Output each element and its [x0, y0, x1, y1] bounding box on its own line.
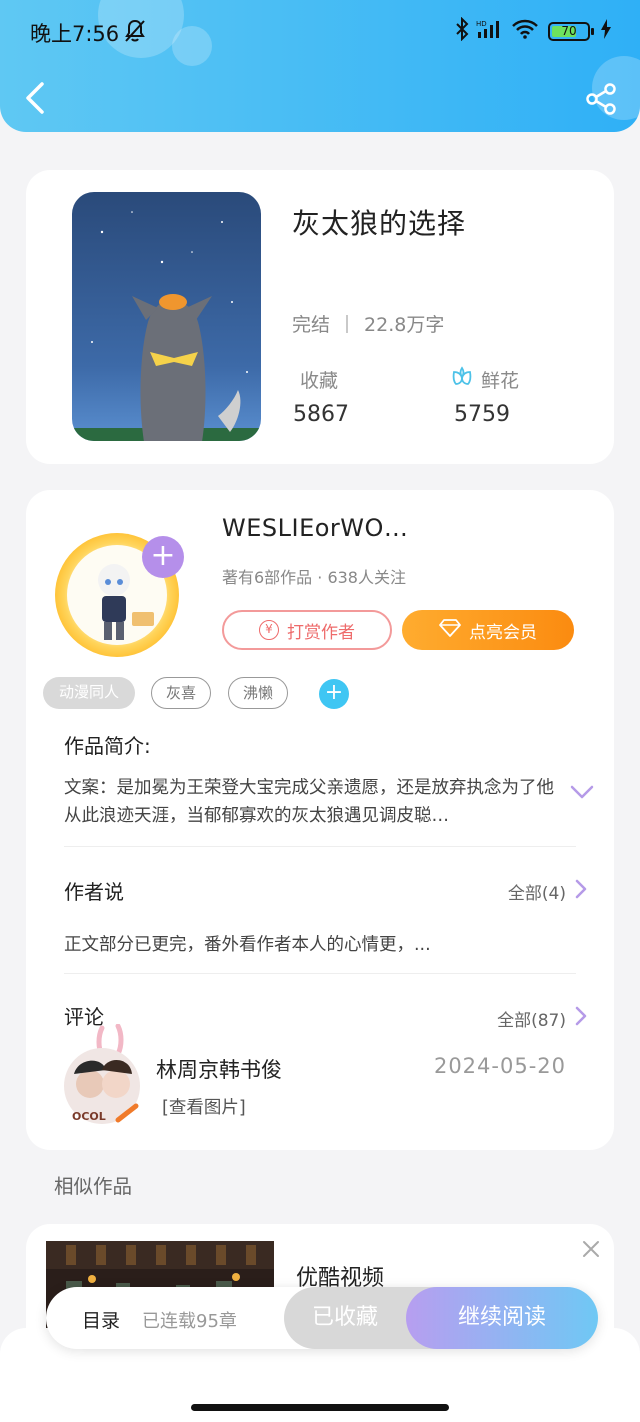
- bluetooth-icon: [454, 16, 470, 45]
- battery-text: 70: [561, 23, 577, 38]
- author-says-heading: 作者说: [64, 880, 124, 904]
- book-cover[interactable]: [72, 192, 261, 441]
- favorites-label: 收藏: [300, 370, 339, 392]
- intro-heading: 作品简介:: [64, 734, 151, 758]
- home-indicator: [191, 1404, 449, 1411]
- svg-text:OCOL: OCOL: [72, 1110, 106, 1123]
- commenter-name[interactable]: 林周京韩书俊: [156, 1054, 282, 1084]
- comment-date: 2024-05-20: [433, 1054, 566, 1078]
- diamond-icon: [439, 618, 469, 642]
- author-says-text[interactable]: 正文部分已更完，番外看作者本人的心情更，...: [64, 931, 431, 956]
- flowers-label: 鲜花: [481, 370, 520, 392]
- back-arrow-icon[interactable]: [22, 80, 50, 116]
- author-name[interactable]: WESLIEorWO…: [222, 514, 408, 542]
- battery-indicator: 70: [548, 21, 594, 41]
- commenter-avatar[interactable]: OCOL: [62, 1023, 142, 1128]
- divider: [64, 973, 576, 974]
- status-icons: HD 70: [454, 16, 612, 45]
- share-icon[interactable]: [584, 82, 618, 116]
- follow-plus-button[interactable]: +: [142, 536, 184, 578]
- comments-more-label: 全部(87): [497, 1011, 566, 1031]
- book-word-count: 22.8万字: [364, 314, 445, 336]
- charging-icon: [600, 19, 612, 43]
- close-icon[interactable]: [582, 1240, 600, 1262]
- tip-author-button[interactable]: ¥ 打赏作者: [222, 610, 392, 650]
- book-status: 完结: [292, 314, 331, 336]
- favorites-count: 5867: [293, 402, 349, 427]
- header-bar: 晚上7:56 HD 70: [0, 0, 640, 132]
- chevron-right-icon: [566, 878, 588, 905]
- wifi-icon: [512, 19, 538, 43]
- bottom-action-bar: 目录 已连载95章 已收藏 继续阅读: [46, 1287, 598, 1349]
- bell-muted-icon: [124, 19, 146, 47]
- flower-icon: [450, 364, 474, 392]
- author-says-more-label: 全部(4): [507, 884, 566, 904]
- similar-works-heading: 相似作品: [54, 1175, 133, 1198]
- tip-author-label: 打赏作者: [287, 622, 355, 643]
- meta-divider: [346, 314, 349, 333]
- continue-reading-button[interactable]: 继续阅读: [406, 1287, 598, 1349]
- table-of-contents-button[interactable]: 目录: [82, 1306, 120, 1333]
- intro-text: 文案：是加冕为王荣登大宝完成父亲遗愿，还是放弃执念为了他从此浪迹天涯，当郁郁寡欢…: [64, 778, 554, 826]
- svg-text:HD: HD: [476, 20, 487, 28]
- activate-vip-label: 点亮会员: [469, 622, 537, 643]
- coin-icon: ¥: [259, 620, 279, 640]
- chevron-down-icon[interactable]: [570, 784, 594, 803]
- tag-item[interactable]: 沸懒: [228, 677, 288, 709]
- author-stats: 著有6部作品 · 638人关注: [222, 568, 406, 587]
- book-meta: 完结 22.8万字: [292, 310, 444, 337]
- add-tag-button[interactable]: +: [319, 679, 349, 709]
- signal-icon: HD: [476, 18, 504, 44]
- flowers-count: 5759: [454, 402, 510, 427]
- status-time: 晚上7:56: [30, 22, 120, 46]
- chevron-right-icon: [566, 1005, 588, 1032]
- tag-item[interactable]: 灰喜: [151, 677, 211, 709]
- comment-text[interactable]: [查看图片]: [162, 1094, 246, 1119]
- serial-status: 已连载95章: [142, 1311, 237, 1332]
- activate-vip-button[interactable]: 点亮会员: [402, 610, 574, 650]
- battery-tip: [591, 27, 594, 35]
- tag-item[interactable]: 动漫同人: [43, 677, 135, 709]
- book-title: 灰太狼的选择: [292, 207, 467, 240]
- comments-more-link[interactable]: 全部(87): [497, 1005, 588, 1032]
- status-bar: 晚上7:56 HD 70: [0, 0, 640, 64]
- divider: [64, 846, 576, 847]
- author-says-more-link[interactable]: 全部(4): [508, 878, 588, 905]
- author-details-card: + WESLIEorWO… 著有6部作品 · 638人关注 ¥ 打赏作者 点亮会…: [26, 490, 614, 1150]
- book-info-card: 灰太狼的选择 完结 22.8万字 收藏 5867 鲜花 5759: [26, 170, 614, 464]
